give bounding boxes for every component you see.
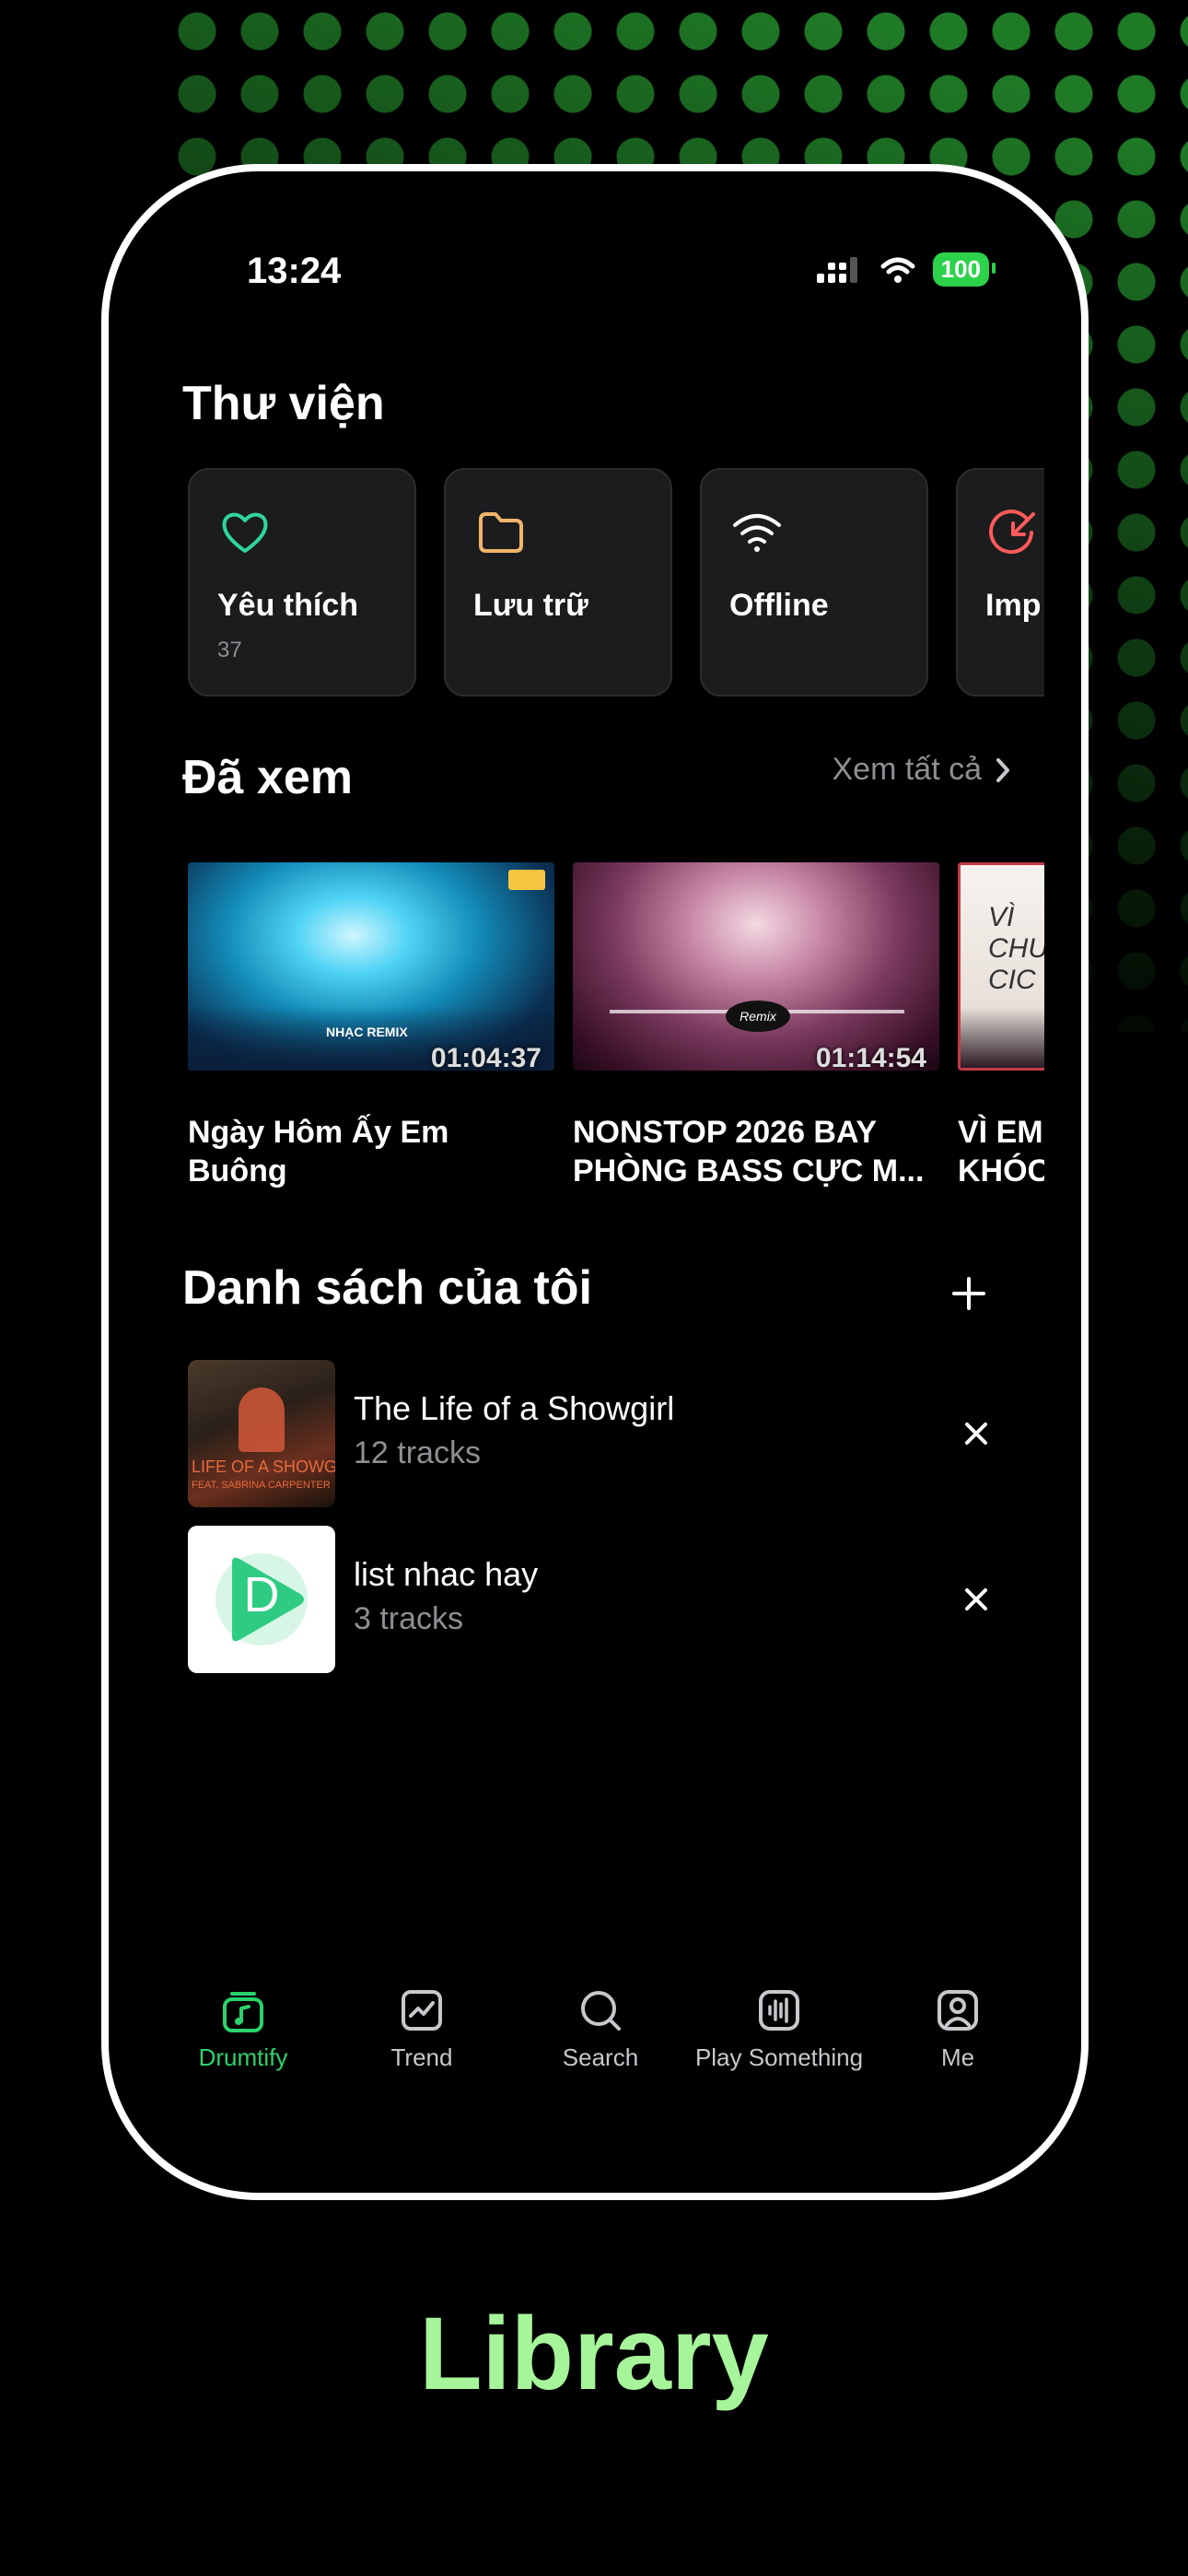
tab-me[interactable]: Me [866, 1986, 1050, 2072]
video-duration: 01:14:54 [815, 1043, 926, 1071]
artwork-subtitle: FEAT. SABRINA CARPENTER [192, 1480, 331, 1491]
tab-search[interactable]: Search [508, 1986, 693, 2072]
playlists-title: Danh sách của tôi [182, 1261, 592, 1315]
tab-bar: Drumtify Trend Search Play Something Me [109, 1986, 1081, 2097]
card-label: Yêu thích [217, 588, 359, 623]
library-cards: Yêu thích 37 Lưu trữ Offline Imp [188, 468, 1044, 698]
video-item[interactable]: NHẠC REMIX 01:04:37 Ngày Hôm Ấy Em Buông… [188, 862, 554, 1192]
tab-drumtify[interactable]: Drumtify [151, 1986, 335, 2072]
watched-title: Đã xem [182, 751, 353, 804]
see-all-label: Xem tất cả [832, 752, 982, 787]
close-icon[interactable] [963, 1587, 989, 1612]
tab-play-something[interactable]: Play Something [687, 1986, 871, 2072]
video-title: VÌ EM KHÓC [958, 1115, 1044, 1188]
video-title: NONSTOP 2026 BAY PHÒNG BASS CỰC M... [573, 1115, 925, 1188]
tab-trend[interactable]: Trend [330, 1986, 514, 2072]
channel-logo [508, 870, 545, 890]
thumbnail-badge: VÌ CHƯ CIC [988, 902, 1044, 995]
tab-label: Play Something [694, 2043, 864, 2071]
video-thumbnail: Remix 01:14:54 [573, 862, 939, 1071]
video-thumbnail: NHẠC REMIX 01:04:37 [188, 862, 554, 1071]
screen-caption: Library [419, 2296, 769, 2411]
see-all-link[interactable]: Xem tất cả [832, 752, 1011, 788]
card-favorites[interactable]: Yêu thích 37 [188, 468, 416, 697]
card-label: Offline [729, 588, 829, 623]
wifi-icon [733, 514, 781, 552]
drumtify-icon [223, 1992, 263, 2032]
folder-icon [479, 512, 523, 553]
artwork-letter: D [243, 1567, 280, 1622]
playlist-item[interactable]: LIFE OF A SHOWG FEAT. SABRINA CARPENTER … [188, 1360, 1017, 1507]
status-time: 13:24 [247, 251, 342, 291]
import-icon [989, 509, 1035, 555]
waveform-icon [759, 1990, 799, 2031]
search-icon [581, 1991, 621, 2031]
tab-label: Search [562, 2043, 639, 2071]
playlist-count: 12 tracks [354, 1435, 481, 1470]
add-playlist-button[interactable] [950, 1266, 987, 1321]
tab-label: Trend [390, 2043, 453, 2071]
artwork-title: LIFE OF A SHOWG [192, 1458, 335, 1476]
watched-videos: NHẠC REMIX 01:04:37 Ngày Hôm Ấy Em Buông… [188, 862, 1044, 1212]
tab-label: Me [940, 2043, 975, 2071]
playlist-artwork: LIFE OF A SHOWG FEAT. SABRINA CARPENTER [188, 1360, 335, 1507]
playlist-count: 3 tracks [354, 1601, 464, 1636]
card-count: 37 [217, 638, 242, 662]
app-screen: 13:24 100 Thư viện Yêu thích 37 Lưu trữ … [109, 171, 1081, 2193]
video-item[interactable]: Remix 01:14:54 NONSTOP 2026 BAY PHÒNG BA… [573, 862, 939, 1192]
playlist-name: The Life of a Showgirl [354, 1389, 675, 1427]
card-offline[interactable]: Offline [700, 468, 928, 697]
video-title: Ngày Hôm Ấy Em Buông Tay Anh Vì Lý Do Gì… [188, 1115, 449, 1188]
heart-icon [222, 512, 268, 553]
battery-indicator: 100 [932, 252, 996, 287]
status-icons: 100 [815, 252, 996, 287]
wifi-status-icon [880, 257, 915, 283]
thumbnail-badge: NHẠC REMIX [326, 1025, 408, 1039]
playlist-item[interactable]: D list nhac hay 3 tracks [188, 1526, 1017, 1673]
playlist-name: list nhac hay [354, 1555, 539, 1593]
plus-icon [952, 1277, 985, 1310]
card-import[interactable]: Imp [956, 468, 1044, 697]
video-thumbnail: VÌ CHƯ CIC [958, 862, 1044, 1071]
library-title: Thư viện [182, 377, 385, 430]
video-duration: 01:04:37 [430, 1043, 542, 1071]
video-item[interactable]: VÌ CHƯ CIC VÌ EM KHÓC [958, 862, 1044, 1192]
playlist-artwork: D [188, 1526, 335, 1673]
trend-icon [402, 1990, 442, 2031]
card-archive[interactable]: Lưu trữ [444, 468, 672, 697]
tab-label: Drumtify [198, 2043, 288, 2071]
chevron-right-icon [996, 757, 1009, 782]
card-label: Lưu trữ [473, 588, 588, 623]
artwork-figure [239, 1388, 285, 1452]
card-label: Imp [985, 588, 1042, 623]
signal-icon [816, 256, 857, 283]
profile-icon [938, 1990, 978, 2031]
phone-frame: 13:24 100 Thư viện Yêu thích 37 Lưu trữ … [101, 164, 1089, 2200]
thumbnail-badge: Remix [726, 1001, 790, 1032]
close-icon[interactable] [963, 1421, 989, 1446]
